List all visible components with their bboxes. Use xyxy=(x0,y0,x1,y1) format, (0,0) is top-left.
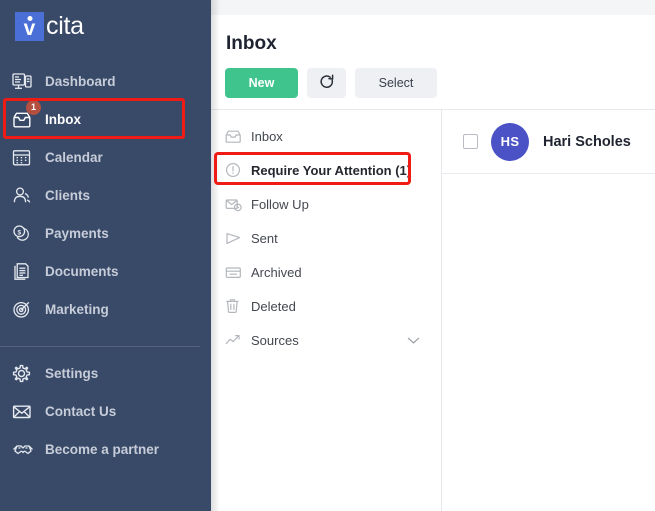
sidebar-item-contact-us[interactable]: Contact Us xyxy=(0,392,211,430)
envelope-icon xyxy=(12,399,42,423)
svg-text:$: $ xyxy=(18,229,22,236)
gear-icon xyxy=(12,361,42,385)
sidebar-label-calendar: Calendar xyxy=(45,149,103,165)
inbox-unread-badge: 1 xyxy=(26,100,41,115)
sidebar-item-documents[interactable]: Documents xyxy=(0,252,211,290)
sidebar-label-documents: Documents xyxy=(45,263,119,279)
folder-label-require-your-attention: Require Your Attention (1) xyxy=(251,162,412,178)
exclamation-circle-icon xyxy=(225,162,251,178)
sidebar-item-payments[interactable]: $ Payments xyxy=(0,214,211,252)
conversation-checkbox[interactable] xyxy=(463,134,478,149)
follow-up-icon xyxy=(225,197,251,212)
folder-label-deleted: Deleted xyxy=(251,298,296,314)
refresh-icon xyxy=(319,74,335,93)
inbox-tray-icon xyxy=(225,129,251,144)
brand-name: cita xyxy=(46,12,84,40)
sidebar-item-settings[interactable]: Settings xyxy=(0,354,211,392)
folder-label-archived: Archived xyxy=(251,264,302,280)
sidebar-item-dashboard[interactable]: Dashboard xyxy=(0,62,211,100)
folder-label-follow-up: Follow Up xyxy=(251,196,309,212)
avatar: HS xyxy=(491,122,529,161)
sidebar-label-become-a-partner: Become a partner xyxy=(45,441,160,457)
folder-item-follow-up[interactable]: Follow Up xyxy=(211,187,442,221)
send-icon xyxy=(225,231,251,246)
sidebar-shadow xyxy=(211,0,220,511)
page-title: Inbox xyxy=(226,33,277,54)
documents-icon xyxy=(12,259,42,283)
select-button[interactable]: Select xyxy=(355,68,437,98)
sidebar-secondary-nav: Settings Contact Us Become a partner xyxy=(0,354,211,468)
sidebar-item-become-a-partner[interactable]: Become a partner xyxy=(0,430,211,468)
sidebar-primary-nav: Dashboard 1 Inbox Calendar Clients $ Pay… xyxy=(0,62,211,328)
sidebar-label-clients: Clients xyxy=(45,187,91,203)
conversation-row[interactable]: HS Hari Scholes xyxy=(442,110,655,174)
folder-label-sent: Sent xyxy=(251,230,278,246)
archive-icon xyxy=(225,265,251,280)
conversation-contact-name: Hari Scholes xyxy=(543,133,631,150)
folder-item-sent[interactable]: Sent xyxy=(211,221,442,255)
brand-logo[interactable]: v cita xyxy=(15,12,84,41)
sidebar-item-marketing[interactable]: Marketing xyxy=(0,290,211,328)
handshake-icon xyxy=(12,437,42,461)
folder-item-require-your-attention[interactable]: Require Your Attention (1) xyxy=(211,153,442,187)
sidebar-item-calendar[interactable]: Calendar xyxy=(0,138,211,176)
top-strip xyxy=(211,0,655,15)
conversation-pane: HS Hari Scholes xyxy=(442,110,655,511)
refresh-button[interactable] xyxy=(307,68,346,98)
folder-list: Inbox Require Your Attention (1) Follow … xyxy=(211,110,442,357)
sidebar-label-inbox: Inbox xyxy=(45,111,81,127)
vcita-logo-mark: v xyxy=(15,12,44,41)
sidebar-label-dashboard: Dashboard xyxy=(45,73,116,89)
folder-label-sources: Sources xyxy=(251,332,299,348)
sidebar-item-inbox[interactable]: 1 Inbox xyxy=(0,100,211,138)
sidebar-divider xyxy=(0,346,200,347)
trash-icon xyxy=(225,298,251,314)
sidebar-label-contact-us: Contact Us xyxy=(45,403,117,419)
folder-item-deleted[interactable]: Deleted xyxy=(211,289,442,323)
folder-item-inbox[interactable]: Inbox xyxy=(211,119,442,153)
folder-item-sources[interactable]: Sources xyxy=(211,323,442,357)
dashboard-icon xyxy=(12,69,42,93)
inbox-icon: 1 xyxy=(12,100,42,131)
new-button[interactable]: New xyxy=(225,68,298,98)
app-root: v cita Dashboard 1 Inbox Calendar Client… xyxy=(0,0,655,511)
clients-icon xyxy=(12,183,42,207)
calendar-icon xyxy=(12,145,42,169)
header-button-row: New Select xyxy=(225,68,437,98)
main-header: Inbox New Select xyxy=(211,15,655,109)
sidebar-label-payments: Payments xyxy=(45,225,109,241)
chevron-down-icon[interactable] xyxy=(407,333,420,348)
payments-icon: $ xyxy=(12,221,42,245)
sidebar-label-marketing: Marketing xyxy=(45,301,109,317)
trend-line-icon xyxy=(225,333,251,347)
folder-label-inbox: Inbox xyxy=(251,128,283,144)
folder-pane: Inbox Require Your Attention (1) Follow … xyxy=(211,110,442,511)
sidebar-item-clients[interactable]: Clients xyxy=(0,176,211,214)
marketing-icon xyxy=(12,297,42,321)
sidebar-label-settings: Settings xyxy=(45,365,99,381)
folder-item-archived[interactable]: Archived xyxy=(211,255,442,289)
logo-dot-icon xyxy=(27,16,32,21)
main-sidebar: v cita Dashboard 1 Inbox Calendar Client… xyxy=(0,0,211,511)
